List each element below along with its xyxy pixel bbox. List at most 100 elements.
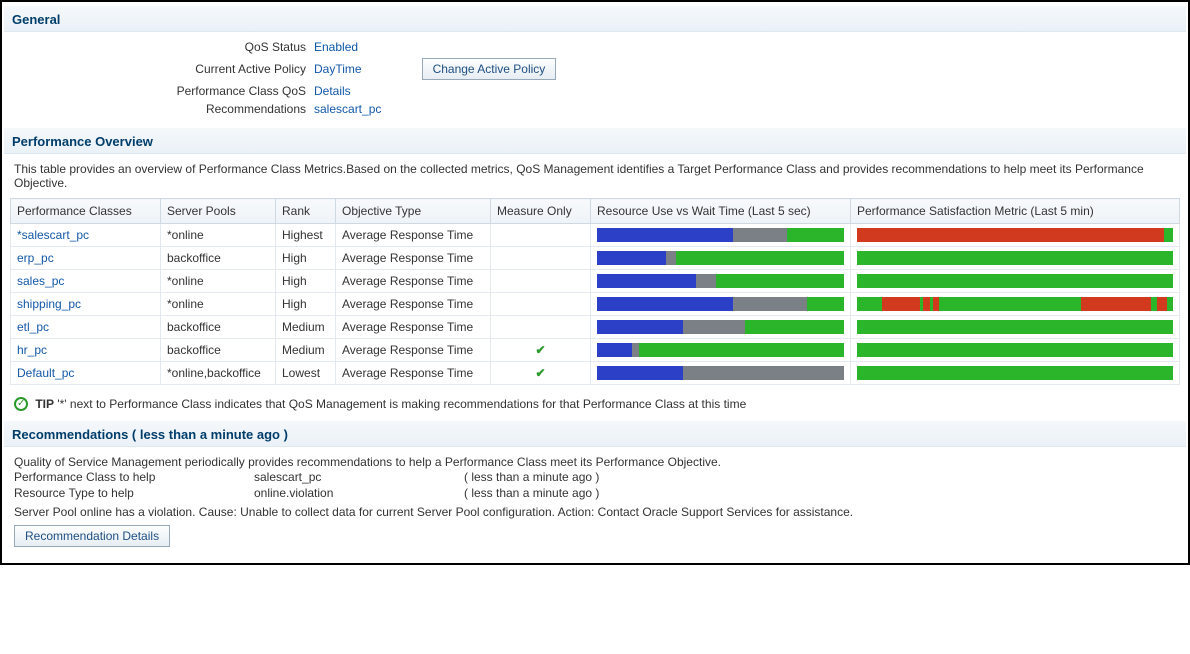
psm-bar (857, 320, 1173, 334)
col-perf-classes[interactable]: Performance Classes (11, 199, 161, 224)
qos-dashboard: General QoS Status Enabled Current Activ… (0, 0, 1190, 565)
resource-use-bar (597, 228, 844, 242)
recommendations-label: Recommendations (14, 102, 314, 116)
psm-bar (857, 297, 1173, 311)
bar-segment (787, 228, 844, 242)
pc-to-help-value: salescart_pc (254, 470, 464, 484)
active-policy-value[interactable]: DayTime (314, 62, 362, 76)
bar-segment (597, 228, 733, 242)
perf-class-link[interactable]: *salescart_pc (17, 228, 89, 242)
bar-segment (597, 366, 683, 380)
resource-to-help-time: ( less than a minute ago ) (464, 486, 599, 500)
measure-only-cell: ✔ (491, 339, 591, 362)
rank-cell: Highest (276, 224, 336, 247)
bar-segment (683, 320, 745, 334)
performance-overview-header: Performance Overview (4, 128, 1186, 154)
resource-use-bar (597, 274, 844, 288)
perf-class-link[interactable]: etl_pc (17, 320, 49, 334)
measure-only-cell (491, 224, 591, 247)
qos-status-label: QoS Status (14, 40, 314, 54)
rank-cell: High (276, 293, 336, 316)
check-icon: ✔ (497, 366, 584, 380)
bar-segment (857, 274, 1173, 288)
bar-segment (597, 297, 733, 311)
rank-cell: Medium (276, 316, 336, 339)
performance-table: Performance Classes Server Pools Rank Ob… (10, 198, 1180, 385)
resource-use-bar (597, 251, 844, 265)
col-rank[interactable]: Rank (276, 199, 336, 224)
col-psm[interactable]: Performance Satisfaction Metric (Last 5 … (851, 199, 1180, 224)
objective-cell: Average Response Time (336, 316, 491, 339)
pc-to-help-label: Performance Class to help (14, 470, 254, 484)
psm-bar (857, 343, 1173, 357)
server-pool-cell: backoffice (161, 339, 276, 362)
performance-overview-desc: This table provides an overview of Perfo… (10, 154, 1180, 198)
active-policy-label: Current Active Policy (14, 62, 314, 76)
bar-segment (632, 343, 639, 357)
recommendations-link[interactable]: salescart_pc (314, 102, 381, 116)
perf-class-link[interactable]: hr_pc (17, 343, 47, 357)
perf-class-link[interactable]: sales_pc (17, 274, 64, 288)
table-row: *salescart_pc*onlineHighestAverage Respo… (11, 224, 1180, 247)
measure-only-cell (491, 316, 591, 339)
tip-check-icon (14, 397, 28, 411)
col-measure-only[interactable]: Measure Only (491, 199, 591, 224)
bar-segment (696, 274, 716, 288)
recommendation-details-button[interactable]: Recommendation Details (14, 525, 170, 547)
col-server-pools[interactable]: Server Pools (161, 199, 276, 224)
bar-segment (597, 274, 696, 288)
bar-segment (939, 297, 1081, 311)
col-resource-use[interactable]: Resource Use vs Wait Time (Last 5 sec) (591, 199, 851, 224)
perf-class-link[interactable]: Default_pc (17, 366, 74, 380)
tip-row: TIP '*' next to Performance Class indica… (10, 391, 1180, 421)
tip-text: '*' next to Performance Class indicates … (54, 397, 746, 411)
bar-segment (807, 297, 844, 311)
col-objective[interactable]: Objective Type (336, 199, 491, 224)
bar-segment (745, 320, 844, 334)
perf-class-qos-label: Performance Class QoS (14, 84, 314, 98)
psm-bar (857, 228, 1173, 242)
bar-segment (639, 343, 844, 357)
objective-cell: Average Response Time (336, 362, 491, 385)
bar-segment (676, 251, 844, 265)
perf-class-link[interactable]: shipping_pc (17, 297, 81, 311)
bar-segment (857, 320, 1173, 334)
rank-cell: High (276, 270, 336, 293)
measure-only-cell (491, 247, 591, 270)
bar-segment (597, 343, 632, 357)
server-pool-cell: *online (161, 224, 276, 247)
general-section: QoS Status Enabled Current Active Policy… (10, 32, 1180, 128)
resource-use-bar (597, 366, 844, 380)
table-row: hr_pc backofficeMediumAverage Response Ti… (11, 339, 1180, 362)
resource-use-bar (597, 297, 844, 311)
bar-segment (882, 297, 920, 311)
check-icon: ✔ (497, 343, 584, 357)
measure-only-cell (491, 270, 591, 293)
bar-segment (683, 366, 844, 380)
server-pool-cell: *online (161, 293, 276, 316)
resource-to-help-label: Resource Type to help (14, 486, 254, 500)
server-pool-cell: backoffice (161, 247, 276, 270)
general-header: General (4, 6, 1186, 32)
resource-use-bar (597, 320, 844, 334)
server-pool-cell: *online,backoffice (161, 362, 276, 385)
bar-segment (716, 274, 844, 288)
change-active-policy-button[interactable]: Change Active Policy (422, 58, 557, 80)
objective-cell: Average Response Time (336, 339, 491, 362)
bar-segment (857, 228, 1164, 242)
bar-segment (857, 297, 882, 311)
rank-cell: Medium (276, 339, 336, 362)
server-pool-cell: *online (161, 270, 276, 293)
perf-class-link[interactable]: erp_pc (17, 251, 54, 265)
perf-class-qos-link[interactable]: Details (314, 84, 351, 98)
psm-bar (857, 274, 1173, 288)
server-pool-cell: backoffice (161, 316, 276, 339)
bar-segment (733, 297, 807, 311)
bar-segment (857, 251, 1173, 265)
recommendations-section: Quality of Service Management periodical… (10, 447, 1180, 555)
bar-segment (857, 343, 1173, 357)
recommendation-message: Server Pool online has a violation. Caus… (14, 501, 1084, 519)
resource-to-help-value: online.violation (254, 486, 464, 500)
table-row: erp_pcbackofficeHighAverage Response Tim… (11, 247, 1180, 270)
tip-bold: TIP (35, 397, 54, 411)
